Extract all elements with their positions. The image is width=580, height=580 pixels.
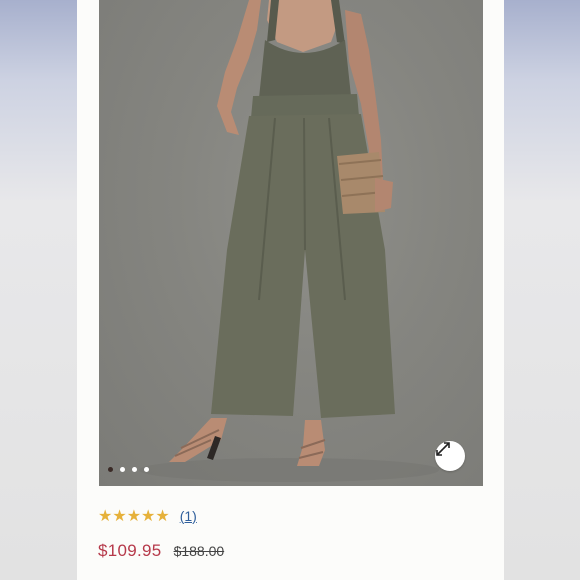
product-image[interactable] — [99, 0, 483, 486]
carousel-dot-3[interactable] — [132, 467, 137, 472]
zoom-button[interactable] — [435, 441, 465, 471]
carousel-dot-4[interactable] — [144, 467, 149, 472]
expand-arrows-icon — [436, 442, 450, 456]
model-photo — [139, 0, 439, 482]
image-carousel-dots — [108, 467, 149, 472]
right-background — [504, 0, 580, 580]
product-card: ★★★★★ (1) $109.95 $188.00 — [77, 0, 504, 580]
rating-stars: ★★★★★ — [98, 506, 170, 525]
rating-row: ★★★★★ (1) — [98, 506, 197, 525]
carousel-dot-2[interactable] — [120, 467, 125, 472]
review-count-link[interactable]: (1) — [180, 508, 197, 524]
price-row: $109.95 $188.00 — [98, 541, 224, 561]
left-background — [0, 0, 77, 580]
carousel-dot-1[interactable] — [108, 467, 113, 472]
sale-price: $109.95 — [98, 541, 162, 560]
original-price: $188.00 — [173, 543, 225, 559]
